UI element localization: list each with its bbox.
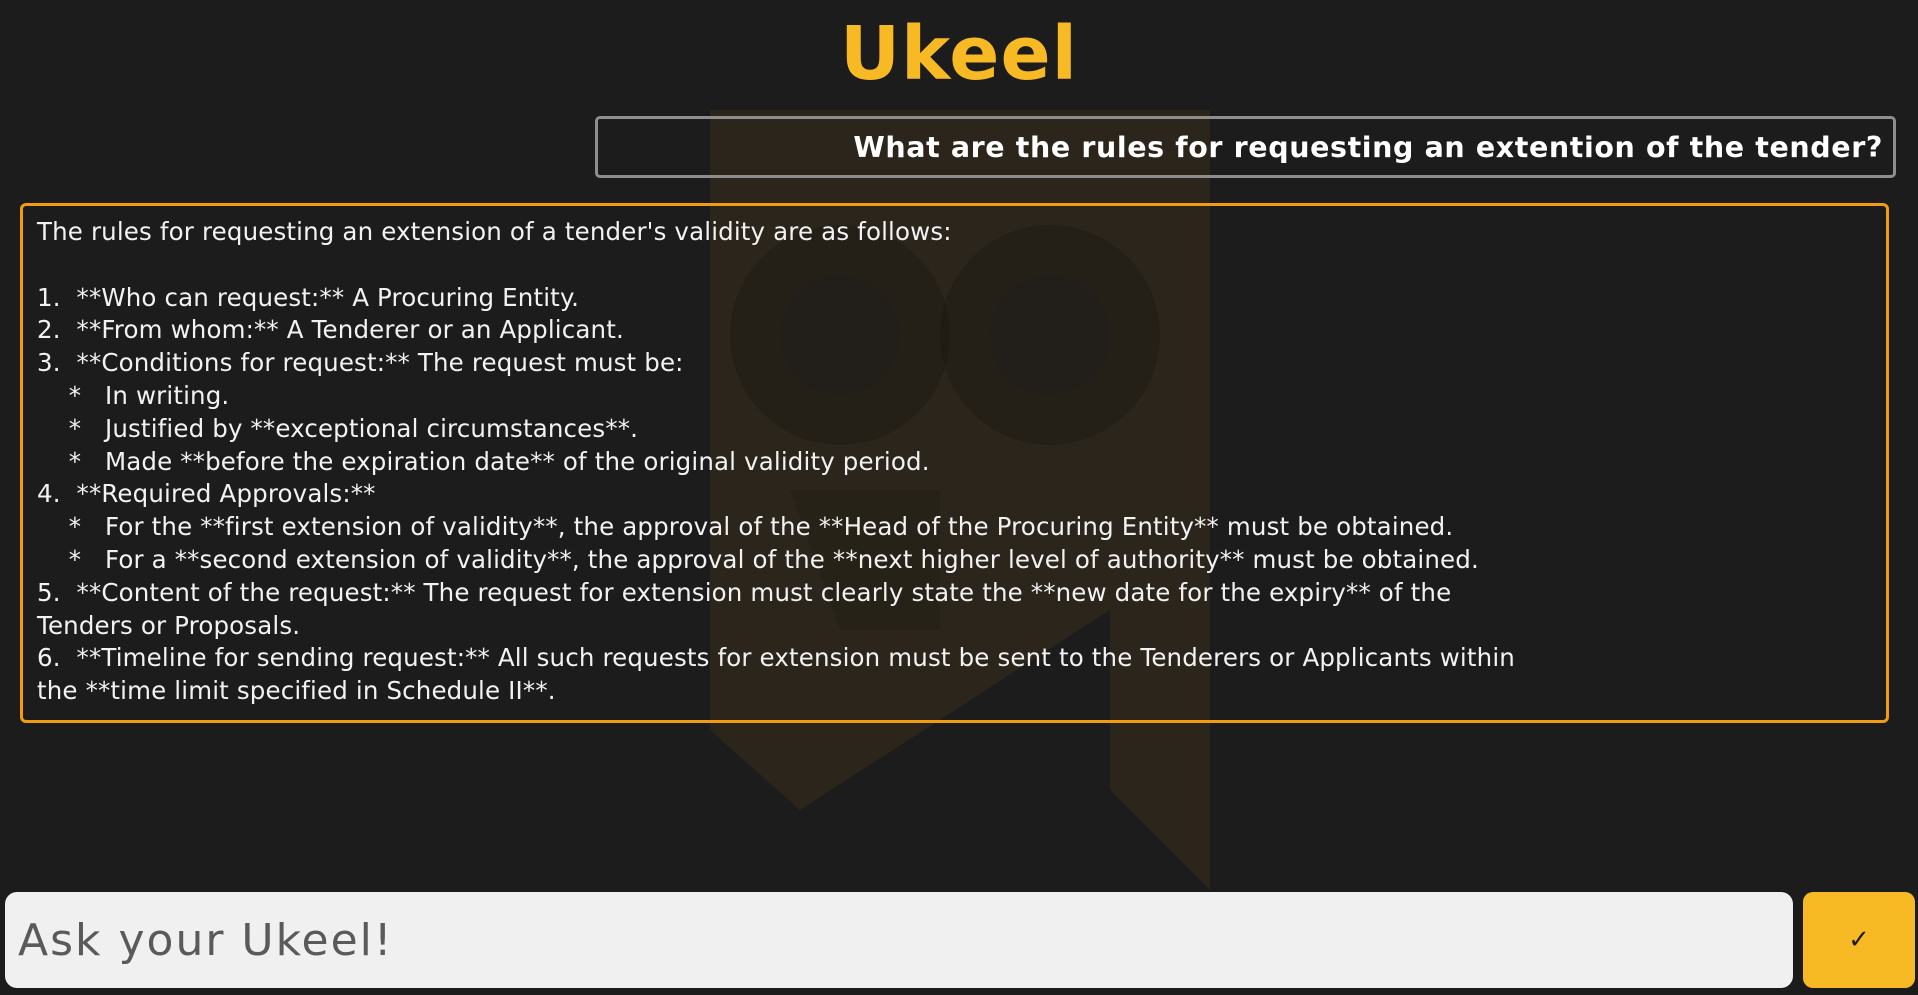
answer-line: 4. **Required Approvals:** <box>37 479 376 509</box>
user-question-text: What are the rules for requesting an ext… <box>853 130 1883 164</box>
send-button[interactable]: ✓ <box>1803 892 1915 988</box>
app-title: Ukeel <box>839 11 1079 97</box>
answer-line: * For the **first extension of validity*… <box>37 512 1454 542</box>
answer-line: 1. **Who can request:** A Procuring Enti… <box>37 282 580 312</box>
answer-line: * Made **before the expiration date** of… <box>37 446 930 476</box>
answer-line: * For a **second extension of validity**… <box>37 544 1479 574</box>
chat-input-bar <box>5 891 1793 989</box>
user-question-bubble: What are the rules for requesting an ext… <box>595 116 1896 178</box>
answer-line: 3. **Conditions for request:** The reque… <box>37 348 684 378</box>
answer-line: 5. **Content of the request:** The reque… <box>37 577 1452 607</box>
answer-line: The rules for requesting an extension of… <box>37 217 952 246</box>
answer-line: * Justified by **exceptional circumstanc… <box>37 413 639 443</box>
assistant-answer-bubble: The rules for requesting an extension of… <box>20 203 1889 723</box>
answer-line: 2. **From whom:** A Tenderer or an Appli… <box>37 315 624 345</box>
answer-line: * In writing. <box>37 380 230 410</box>
answer-line: Tenders or Proposals. <box>37 610 301 640</box>
answer-line <box>37 249 1886 282</box>
checkmark-icon: ✓ <box>1848 925 1870 955</box>
chat-input[interactable] <box>16 891 1793 989</box>
answer-line: 6. **Timeline for sending request:** All… <box>37 643 1515 673</box>
answer-line: the **time limit specified in Schedule I… <box>37 676 556 706</box>
